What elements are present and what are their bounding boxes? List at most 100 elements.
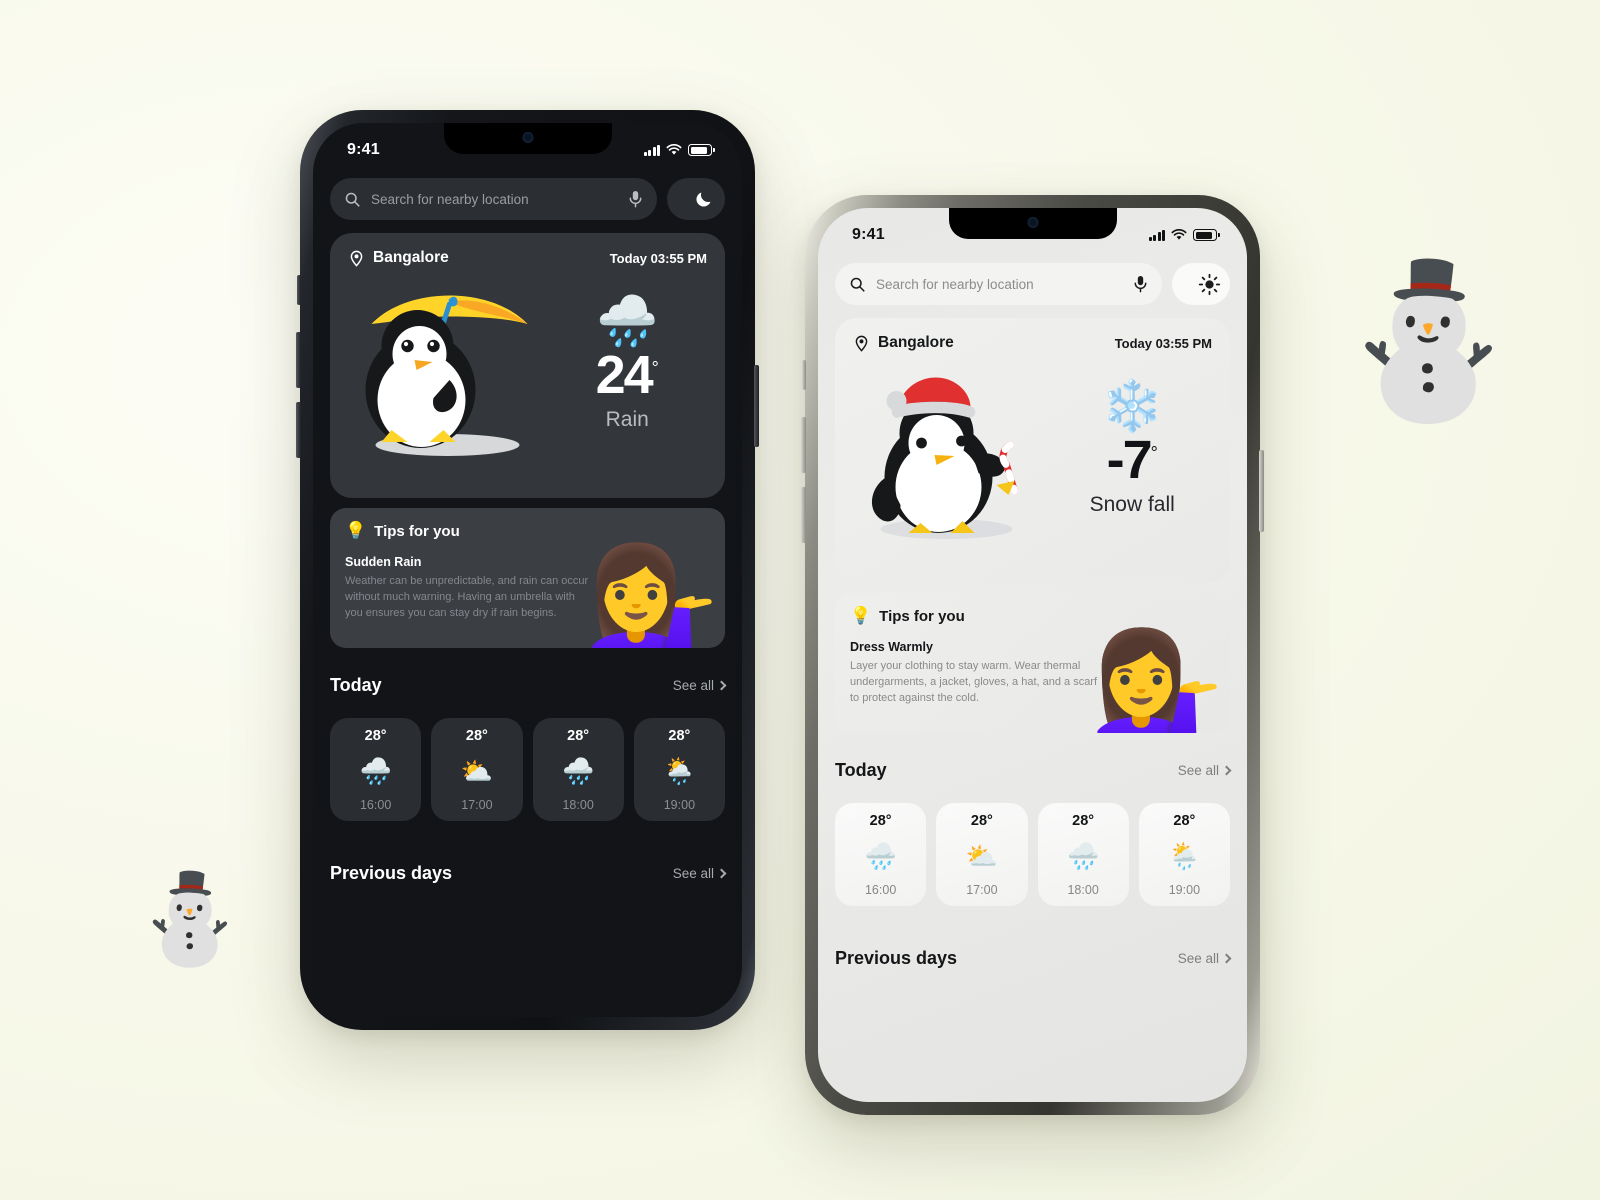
location-name: Bangalore (373, 249, 449, 266)
today-title: Today (835, 760, 887, 780)
temperature-value: 24° (595, 345, 659, 405)
microphone-icon[interactable] (628, 190, 643, 208)
chevron-right-icon (716, 868, 727, 879)
tips-card-light[interactable]: 💡 Tips for you Dress Warmly Layer your c… (835, 593, 1230, 733)
hourly-forecast-list-dark: 28° 🌧️ 16:00 28° ⛅ 17:00 28° 🌧️ 18:00 28… (330, 718, 725, 821)
search-row-dark: Search for nearby location (330, 178, 725, 220)
hourly-forecast-item[interactable]: 28° 🌧️ 18:00 (1037, 803, 1129, 906)
front-camera-icon (1027, 217, 1038, 228)
weather-readout: 🌧️ 24° Rain (547, 296, 707, 438)
screen-dark: 9:41 Search for nearby location Bangalor… (313, 123, 742, 1017)
previous-days-see-all-button[interactable]: See all (673, 866, 727, 881)
location: Bangalore (348, 249, 449, 267)
hour-time: 19:00 (1168, 883, 1201, 897)
microphone-icon[interactable] (1133, 275, 1148, 293)
tips-body: Weather can be unpredictable, and rain c… (345, 575, 589, 619)
hourly-forecast-item[interactable]: 28° 🌧️ 16:00 (330, 718, 422, 821)
theme-toggle-dark[interactable] (667, 178, 725, 220)
lightbulb-icon: 💡 (345, 521, 367, 540)
power-button[interactable] (1259, 450, 1264, 532)
today-see-all-button[interactable]: See all (1177, 763, 1232, 778)
tips-card-dark[interactable]: 💡 Tips for you Sudden Rain Weather can b… (330, 508, 725, 648)
mute-switch[interactable] (297, 275, 301, 305)
volume-down-button[interactable] (801, 487, 806, 543)
hour-temp: 28° (1072, 813, 1095, 829)
see-all-label: See all (1177, 951, 1219, 966)
cellular-bars-icon (643, 144, 660, 156)
hour-time: 16:00 (864, 883, 897, 897)
hour-temp: 28° (465, 728, 488, 744)
rain-cloud-icon: 🌧️ (596, 293, 659, 349)
location-name: Bangalore (878, 334, 954, 351)
tips-body: Layer your clothing to stay warm. Wear t… (850, 660, 1098, 704)
tips-header: 💡 Tips for you (345, 521, 710, 541)
tips-title: Tips for you (879, 607, 965, 625)
tips-header: 💡 Tips for you (850, 606, 1215, 626)
hour-time: 18:00 (1067, 883, 1099, 897)
weather-card-light[interactable]: Bangalore Today 03:55 PM ❄️ -7° Snow fal… (835, 318, 1230, 583)
mute-switch[interactable] (802, 360, 806, 390)
search-placeholder: Search for nearby location (371, 191, 529, 207)
hour-time: 17:00 (966, 883, 998, 897)
hourly-forecast-item[interactable]: 28° 🌧️ 18:00 (532, 718, 624, 821)
previous-days-section-header: Previous days See all (835, 948, 1232, 969)
power-button[interactable] (754, 365, 759, 447)
weather-card-dark[interactable]: Bangalore Today 03:55 PM 🌧️ 24° Rain (330, 233, 725, 498)
volume-up-button[interactable] (801, 417, 806, 473)
hourly-forecast-item[interactable]: 28° 🌦️ 19:00 (1138, 803, 1230, 906)
volume-down-button[interactable] (296, 402, 301, 458)
location: Bangalore (853, 334, 954, 352)
today-title: Today (330, 675, 382, 695)
search-input[interactable]: Search for nearby location (330, 178, 657, 220)
hour-temp: 28° (567, 728, 590, 744)
hour-temp: 28° (364, 728, 387, 744)
hour-time: 18:00 (562, 798, 594, 812)
search-placeholder: Search for nearby location (876, 276, 1034, 292)
location-pin-icon (855, 335, 868, 352)
hour-time: 16:00 (359, 798, 392, 812)
search-row-light: Search for nearby location (835, 263, 1230, 305)
weather-card-body: ❄️ -7° Snow fall (853, 352, 1212, 552)
woman-pointing-icon: 💁‍♀️ (1089, 624, 1224, 734)
weather-card-header: Bangalore Today 03:55 PM (853, 334, 1212, 352)
moon-icon (687, 182, 721, 216)
woman-pointing-icon: 💁‍♀️ (584, 539, 719, 649)
battery-icon (1193, 229, 1220, 241)
screen-light: 9:41 Search for nearby location Bangalor… (818, 208, 1247, 1102)
volume-up-button[interactable] (296, 332, 301, 388)
weather-timestamp: Today 03:55 PM (609, 250, 707, 266)
temperature-value: -7° (1106, 430, 1158, 490)
penguin-with-umbrella-illustration (348, 267, 547, 467)
snowman-decoration-left: ⛄ (135, 869, 245, 968)
rain-cloud-icon: 🌧️ (1066, 841, 1100, 871)
hour-time: 17:00 (461, 798, 493, 812)
status-time: 9:41 (347, 141, 380, 158)
snowman-decoration-right: ⛄ (1335, 256, 1522, 424)
tips-title: Tips for you (374, 522, 460, 540)
weather-card-header: Bangalore Today 03:55 PM (348, 249, 707, 267)
hourly-forecast-item[interactable]: 28° ⛅ 17:00 (936, 803, 1028, 906)
search-input[interactable]: Search for nearby location (835, 263, 1162, 305)
sun-behind-rain-cloud-icon: 🌦️ (663, 756, 696, 786)
theme-toggle-light[interactable] (1172, 263, 1230, 305)
chevron-right-icon (716, 680, 727, 691)
sun-icon (1192, 267, 1226, 301)
today-see-all-button[interactable]: See all (673, 678, 727, 693)
see-all-label: See all (1177, 763, 1219, 778)
hourly-forecast-item[interactable]: 28° 🌧️ 16:00 (835, 803, 927, 906)
rain-cloud-icon: 🌧️ (561, 756, 595, 786)
today-section-header: Today See all (835, 760, 1232, 781)
condition-label: Rain (605, 408, 649, 431)
previous-days-see-all-button[interactable]: See all (1177, 951, 1232, 966)
hourly-forecast-item[interactable]: 28° ⛅ 17:00 (431, 718, 523, 821)
sun-behind-rain-cloud-icon: 🌦️ (1168, 841, 1201, 871)
chevron-right-icon (1221, 953, 1232, 964)
status-time: 9:41 (852, 226, 885, 243)
chevron-right-icon (1221, 765, 1232, 776)
hour-time: 19:00 (663, 798, 696, 812)
weather-readout: ❄️ -7° Snow fall (1052, 381, 1212, 523)
hourly-forecast-item[interactable]: 28° 🌦️ 19:00 (633, 718, 725, 821)
hour-temp: 28° (668, 728, 691, 744)
notch (443, 123, 612, 154)
previous-days-section-header: Previous days See all (330, 863, 727, 884)
